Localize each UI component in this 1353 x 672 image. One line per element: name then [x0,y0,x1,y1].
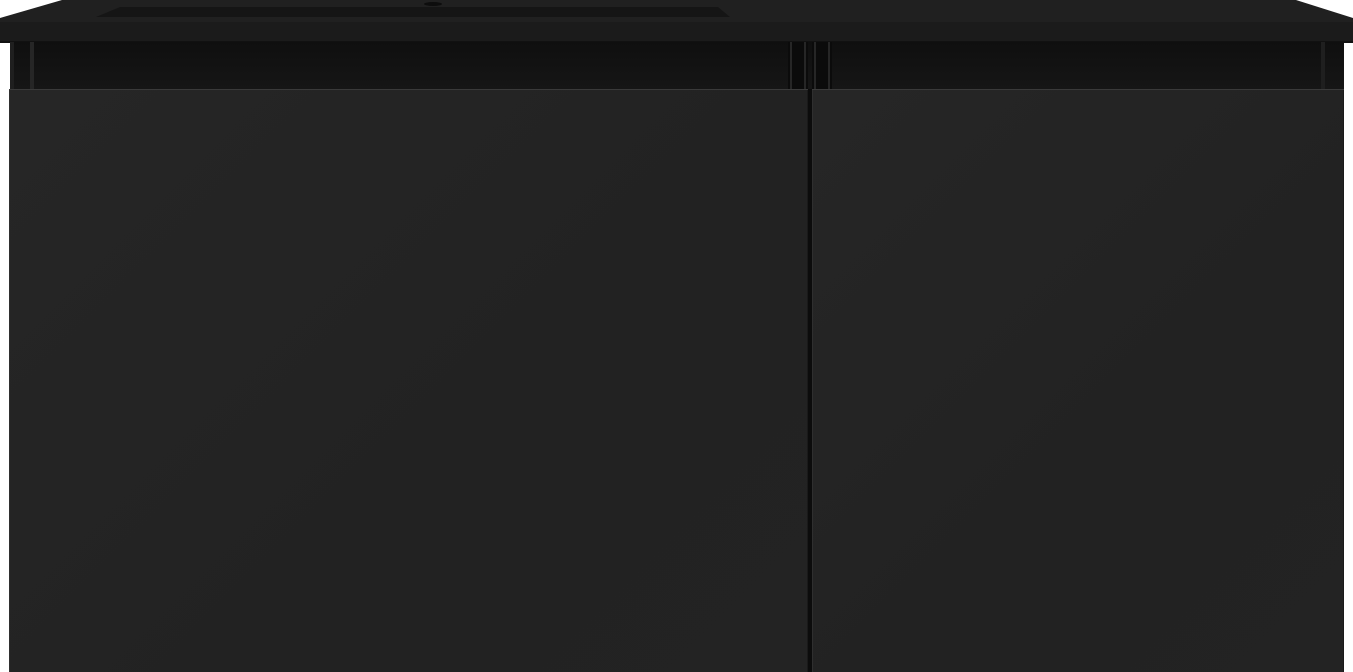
drawer-front-left [9,89,808,672]
countertop-with-basin [0,0,1353,44]
basin [96,7,730,17]
tap-hole [424,2,442,6]
rail-left-post [30,42,34,90]
countertop-drawing [0,0,1353,43]
recessed-rail [10,42,1344,90]
vanity-cabinet-image [0,0,1353,672]
drawer-front-right [812,89,1344,672]
rail-left-end [10,42,14,90]
rail-center-gap-left [788,42,808,90]
rail-right-post [1321,42,1325,90]
rail-center-gap-right [812,42,832,90]
